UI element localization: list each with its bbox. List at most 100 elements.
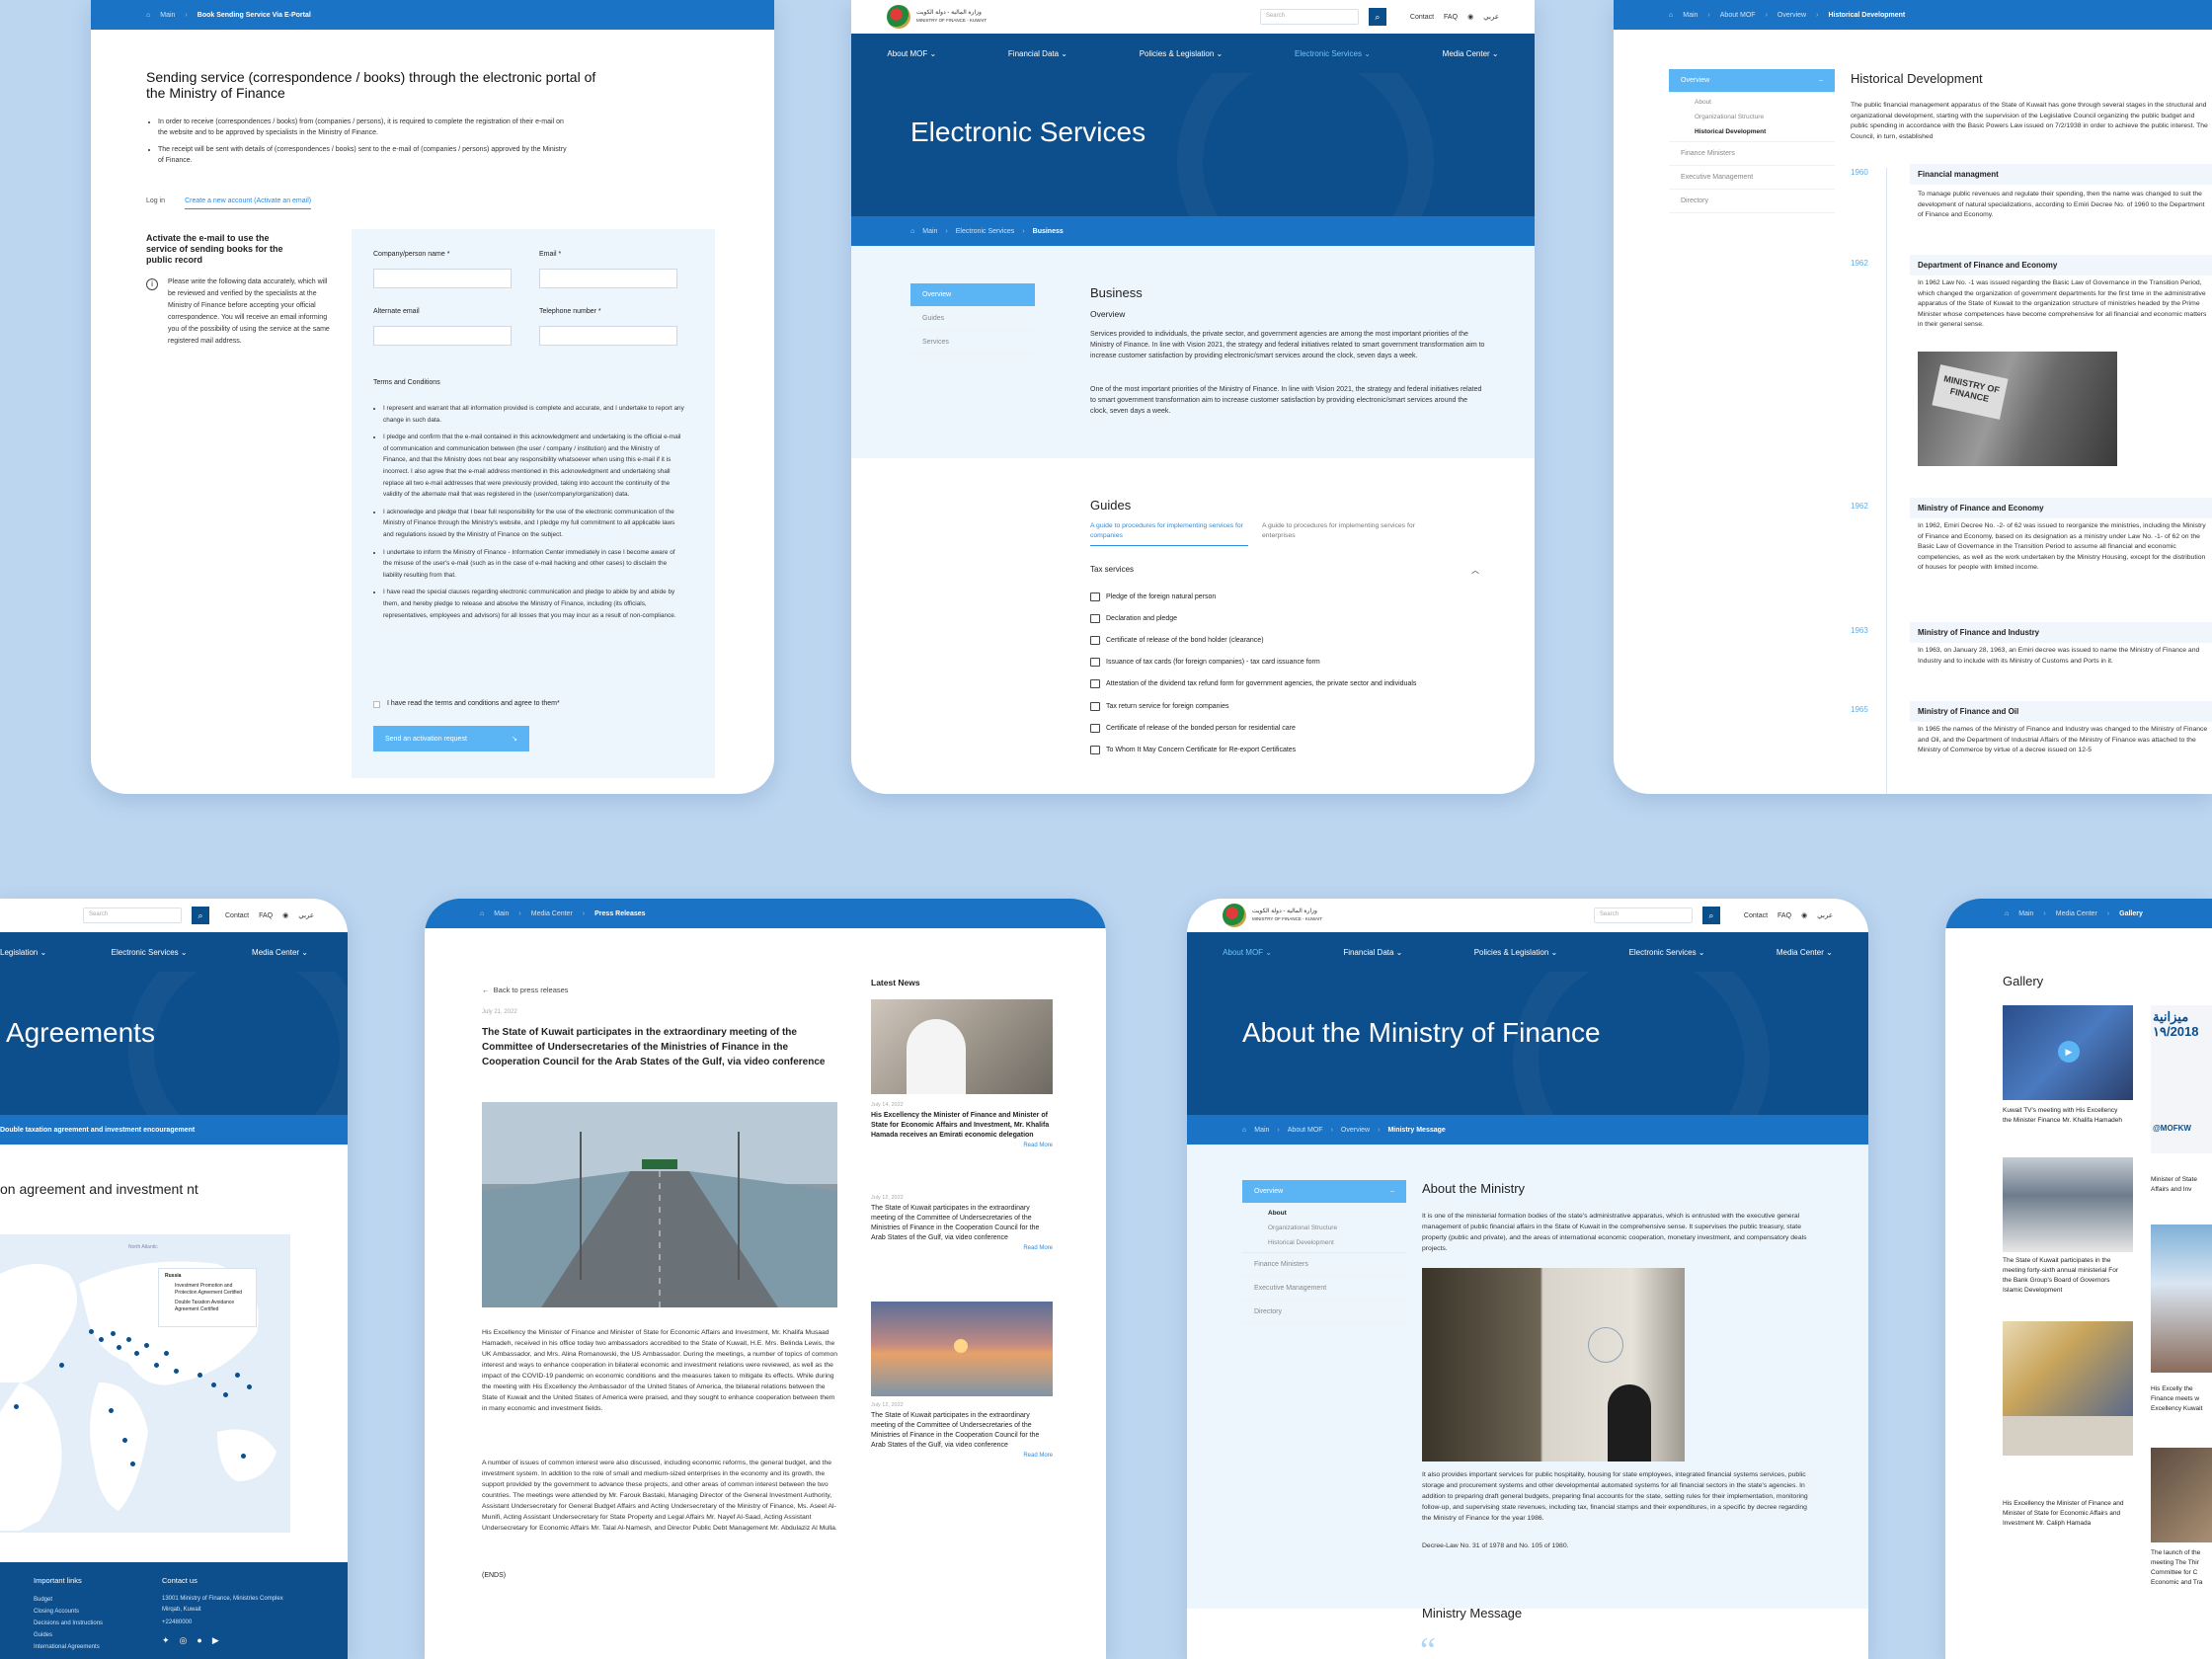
agreement-marker[interactable] (144, 1343, 149, 1348)
submenu-about[interactable]: About (1695, 99, 1835, 106)
agreement-marker[interactable] (89, 1329, 94, 1334)
read-more-link[interactable]: Read More (871, 1453, 1053, 1459)
ministry-logo[interactable]: وزارة المالية - دولة الكويت MINISTRY OF F… (1223, 904, 1322, 927)
nav-electronic-services[interactable]: Electronic Services ⌄ (1295, 49, 1371, 58)
alt-email-input[interactable] (373, 326, 512, 346)
submenu-history[interactable]: Historical Development (1695, 128, 1835, 135)
tab-create-account[interactable]: Create a new account (Activate an email) (185, 198, 312, 209)
agreement-marker[interactable] (241, 1454, 246, 1459)
news-item[interactable]: July 12, 2022 The State of Kuwait partic… (871, 1402, 1053, 1459)
search-button[interactable]: ⌕ (1368, 8, 1386, 26)
gallery-photo[interactable] (2003, 1157, 2133, 1252)
news-photo[interactable] (871, 999, 1053, 1094)
contact-link[interactable]: Contact (1744, 912, 1768, 919)
gallery-photo[interactable] (2151, 1448, 2212, 1542)
breadcrumb-about[interactable]: About MOF (1288, 1127, 1323, 1134)
agreement-marker[interactable] (126, 1337, 131, 1342)
menu-finance-ministers[interactable]: Finance Ministers (1669, 142, 1835, 166)
breadcrumb-main[interactable]: Main (160, 12, 175, 19)
menu-services[interactable]: Services (910, 331, 1035, 355)
search-input[interactable]: Search (83, 908, 182, 923)
breadcrumb-media[interactable]: Media Center (531, 910, 573, 917)
menu-guides[interactable]: Guides (910, 307, 1035, 331)
breadcrumb-services[interactable]: Electronic Services (956, 228, 1015, 235)
tax-services-toggle[interactable]: Tax services ︿ (1090, 565, 1479, 576)
gallery-photo[interactable] (2003, 1321, 2133, 1416)
nav-electronic-services[interactable]: Electronic Services ⌄ (112, 948, 188, 957)
menu-overview[interactable]: Overview (910, 283, 1035, 307)
faq-link[interactable]: FAQ (1444, 14, 1458, 21)
contact-link[interactable]: Contact (225, 912, 249, 919)
agreement-marker[interactable] (99, 1337, 104, 1342)
eye-icon[interactable]: ◉ (1801, 911, 1807, 919)
nav-about[interactable]: About MOF ⌄ (1223, 948, 1272, 957)
world-map[interactable]: North Atlantic Russia Investment Promoti… (0, 1234, 290, 1533)
eye-icon[interactable]: ◉ (1467, 13, 1473, 21)
service-link[interactable]: Certificate of release of the bond holde… (1090, 636, 1485, 645)
agreement-marker[interactable] (174, 1369, 179, 1374)
service-link[interactable]: Certificate of release of the bonded per… (1090, 724, 1485, 733)
footer-link[interactable]: Decisions and Instructions (34, 1618, 103, 1629)
agreement-marker[interactable] (14, 1404, 19, 1409)
menu-directory[interactable]: Directory (1669, 190, 1835, 213)
search-input[interactable]: Search (1593, 908, 1693, 923)
facebook-icon[interactable]: ● (197, 1635, 201, 1646)
agreement-marker[interactable] (130, 1462, 135, 1466)
agreement-marker[interactable] (154, 1363, 159, 1368)
instagram-icon[interactable]: ◎ (180, 1635, 188, 1646)
agreement-marker[interactable] (122, 1438, 127, 1443)
footer-phone[interactable]: +22480000 (162, 1620, 192, 1625)
gallery-poster[interactable]: ميزانية ١٩/2018 @MOFKW (2151, 1005, 2212, 1153)
agreement-marker[interactable] (247, 1384, 252, 1389)
breadcrumb-main[interactable]: Main (922, 228, 937, 235)
nav-electronic-services[interactable]: Electronic Services ⌄ (1629, 948, 1705, 957)
faq-link[interactable]: FAQ (259, 912, 273, 919)
nav-media-center[interactable]: Media Center ⌄ (1777, 948, 1833, 957)
twitter-icon[interactable]: ✦ (162, 1635, 170, 1646)
agree-checkbox[interactable] (373, 701, 380, 708)
service-link[interactable]: Declaration and pledge (1090, 614, 1485, 623)
gallery-photo[interactable] (2003, 1416, 2133, 1456)
language-link[interactable]: عربي (298, 911, 314, 919)
language-link[interactable]: عربي (1817, 911, 1833, 919)
agreement-marker[interactable] (134, 1351, 139, 1356)
agreement-marker[interactable] (109, 1408, 114, 1413)
nav-financial-data[interactable]: Financial Data ⌄ (1343, 948, 1402, 957)
agreement-marker[interactable] (223, 1392, 228, 1397)
guide-tab-enterprises[interactable]: A guide to procedures for implementing s… (1262, 521, 1420, 541)
language-link[interactable]: عربي (1483, 13, 1499, 21)
service-link[interactable]: Issuance of tax cards (for foreign compa… (1090, 658, 1485, 667)
nav-policies[interactable]: Policies & Legislation ⌄ (1474, 948, 1558, 957)
service-link[interactable]: Attestation of the dividend tax refund f… (1090, 679, 1485, 689)
nav-policies[interactable]: Policies & Legislation ⌄ (1140, 49, 1224, 58)
youtube-icon[interactable]: ▶ (212, 1635, 219, 1646)
play-icon[interactable]: ▶ (2058, 1041, 2080, 1063)
submenu-history[interactable]: Historical Development (1268, 1239, 1406, 1246)
breadcrumb-about[interactable]: About MOF (1720, 12, 1756, 19)
breadcrumb-overview[interactable]: Overview (1341, 1127, 1370, 1134)
nav-media-center[interactable]: Media Center ⌄ (252, 948, 308, 957)
service-link[interactable]: Tax return service for foreign companies (1090, 702, 1485, 711)
search-button[interactable]: ⌕ (1701, 907, 1720, 924)
menu-overview[interactable]: Overview – (1669, 69, 1835, 93)
news-item[interactable]: July 12, 2022 The State of Kuwait partic… (871, 1195, 1053, 1251)
breadcrumb-overview[interactable]: Overview (1778, 12, 1806, 19)
agreement-marker[interactable] (164, 1351, 169, 1356)
search-input[interactable]: Search (1259, 9, 1359, 25)
submenu-about[interactable]: About (1268, 1210, 1406, 1217)
ministry-logo[interactable]: وزارة المالية - دولة الكويت MINISTRY OF F… (887, 5, 987, 29)
breadcrumb-main[interactable]: Main (494, 910, 509, 917)
agreement-marker[interactable] (59, 1363, 64, 1368)
breadcrumb-main[interactable]: Main (2018, 910, 2033, 917)
faq-link[interactable]: FAQ (1778, 912, 1791, 919)
eye-icon[interactable]: ◉ (282, 911, 288, 919)
service-link[interactable]: Pledge of the foreign natural person (1090, 592, 1485, 601)
news-photo[interactable] (871, 1302, 1053, 1396)
nav-legislation[interactable]: Legislation ⌄ (0, 948, 46, 957)
footer-link[interactable]: Budget (34, 1594, 103, 1606)
back-link[interactable]: ← Back to press releases (482, 986, 569, 994)
company-name-input[interactable] (373, 269, 512, 288)
breadcrumb-main[interactable]: Main (1683, 12, 1698, 19)
send-activation-button[interactable]: Send an activation request ↘ (373, 726, 529, 751)
footer-link[interactable]: Guides (34, 1629, 103, 1641)
